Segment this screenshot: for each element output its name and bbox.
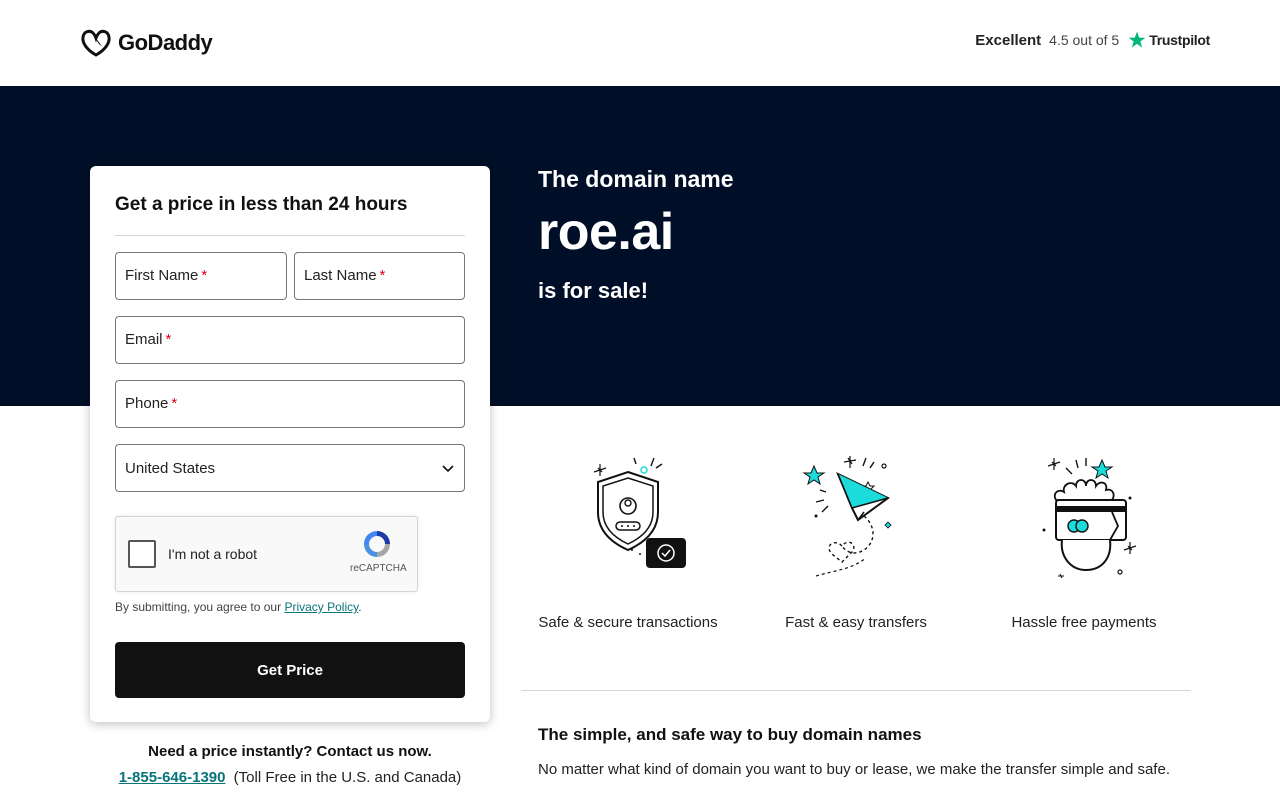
terms-notice: By submitting, you agree to our Privacy … xyxy=(115,600,362,614)
godaddy-logo[interactable]: GoDaddy xyxy=(80,28,213,58)
last-name-field[interactable]: Last Name * xyxy=(294,252,465,300)
privacy-policy-link[interactable]: Privacy Policy xyxy=(284,600,358,614)
feature-label-payments: Hassle free payments xyxy=(1011,614,1157,631)
trustpilot-label: Trustpilot xyxy=(1149,32,1210,48)
phone-link[interactable]: 1-855-646-1390 xyxy=(119,769,226,786)
trustpilot-brand: Trustpilot xyxy=(1127,30,1210,50)
email-field[interactable]: Email * xyxy=(115,316,465,364)
feature-payments: Hassle free payments xyxy=(974,446,1194,631)
country-selected-value: United States xyxy=(125,459,216,477)
country-select[interactable]: United States xyxy=(115,444,465,492)
form-title: Get a price in less than 24 hours xyxy=(115,194,408,215)
form-divider xyxy=(115,235,465,236)
phone-input[interactable] xyxy=(125,381,455,427)
brand-name: GoDaddy xyxy=(118,30,213,55)
section-divider xyxy=(521,690,1191,691)
godaddy-logo-icon xyxy=(81,29,111,57)
chevron-down-icon xyxy=(442,465,454,473)
get-price-button[interactable]: Get Price xyxy=(115,642,465,698)
trust-rating: Excellent xyxy=(975,31,1042,49)
trustpilot-star-icon xyxy=(1128,31,1146,48)
feature-transfers: Fast & easy transfers xyxy=(746,446,966,631)
trust-score: 4.5 out of 5 xyxy=(1049,32,1120,48)
phone-field[interactable]: Phone * xyxy=(115,380,465,428)
feature-label-secure: Safe & secure transactions xyxy=(538,614,718,631)
last-name-input[interactable] xyxy=(304,253,455,299)
contact-phone-line: 1-855-646-1390 (Toll Free in the U.S. an… xyxy=(90,769,490,786)
trustpilot-widget[interactable]: Excellent 4.5 out of 5 Trustpilot xyxy=(975,30,1210,50)
recaptcha-label: I'm not a robot xyxy=(168,546,258,562)
hero-pre-text: The domain name xyxy=(538,166,734,192)
phone-note: (Toll Free in the U.S. and Canada) xyxy=(233,769,462,786)
recaptcha-checkbox[interactable] xyxy=(128,540,156,568)
info-title: The simple, and safe way to buy domain n… xyxy=(538,725,922,744)
payment-card-icon xyxy=(1042,458,1137,579)
feature-label-transfers: Fast & easy transfers xyxy=(785,614,927,631)
recaptcha-logo-icon xyxy=(364,531,390,557)
first-name-field[interactable]: First Name * xyxy=(115,252,287,300)
first-name-input[interactable] xyxy=(125,253,277,299)
hero-post-text: is for sale! xyxy=(538,278,649,303)
recaptcha-widget: I'm not a robot reCAPTCHA xyxy=(115,516,418,592)
price-request-form: Get a price in less than 24 hours First … xyxy=(90,166,490,722)
site-header: GoDaddy Excellent 4.5 out of 5 Trustpilo… xyxy=(0,0,1280,86)
shield-icon xyxy=(593,457,686,568)
recaptcha-brand: reCAPTCHA xyxy=(350,563,407,574)
hero-domain-name: roe.ai xyxy=(538,203,674,261)
contact-title: Need a price instantly? Contact us now. xyxy=(148,743,432,760)
info-text: No matter what kind of domain you want t… xyxy=(538,761,1170,778)
email-input[interactable] xyxy=(125,317,455,363)
feature-secure: Safe & secure transactions xyxy=(518,446,738,631)
paper-plane-icon xyxy=(802,456,892,577)
